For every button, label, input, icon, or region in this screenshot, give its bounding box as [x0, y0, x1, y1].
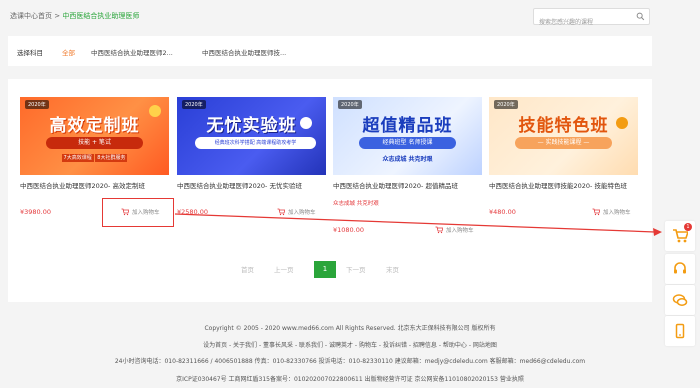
- product-banner[interactable]: 2020年 无忧实验班 经典班次科学搭配 高端课程助攻考学: [177, 97, 326, 175]
- sidebar-service-button[interactable]: [665, 254, 695, 284]
- product-card[interactable]: 2020年 无忧实验班 经典班次科学搭配 高端课程助攻考学 中西医结合执业助理医…: [177, 97, 326, 201]
- product-price: ¥480.00: [489, 208, 516, 216]
- product-banner[interactable]: 2020年 高效定制班 技能 + 笔试 7大高效课程 8大社群服务: [20, 97, 169, 175]
- product-banner[interactable]: 2020年 技能特色班 — 实践技能课程 —: [489, 97, 638, 175]
- filter-option-assistant-2020[interactable]: 中西医结合执业助理医师2...: [91, 47, 173, 57]
- year-tag: 2020年: [494, 100, 518, 109]
- subject-filter-bar: 选择科目 全部 中西医结合执业助理医师2... 中西医结合执业助理医师技...: [8, 36, 652, 66]
- banner-subtitle: 经典班型 名师授课: [359, 137, 456, 149]
- add-to-cart-button[interactable]: 加入购物车: [435, 226, 474, 234]
- add-to-cart-label: 加入购物车: [446, 228, 474, 234]
- banner-feature: 7大高效课程: [61, 154, 94, 162]
- add-to-cart-label: 加入购物车: [603, 210, 631, 216]
- banner-footer: 众志成城 共克时艰: [382, 156, 433, 163]
- seal-icon: [149, 105, 161, 117]
- add-to-cart-label: 加入购物车: [288, 210, 316, 216]
- chat-icon: [672, 294, 688, 306]
- product-price: ¥2580.00: [177, 208, 209, 216]
- product-price: ¥3980.00: [20, 208, 52, 216]
- pagination-next[interactable]: 下一页: [346, 264, 366, 274]
- cart-icon: [435, 226, 443, 234]
- cart-icon: [592, 208, 600, 216]
- phone-icon: [675, 323, 685, 339]
- seal-icon: [616, 117, 628, 129]
- product-banner[interactable]: 2020年 超值精品班 经典班型 名师授课 众志成城 共克时艰: [333, 97, 482, 175]
- breadcrumb-current: 中西医结合执业助理医师: [62, 12, 140, 20]
- product-card[interactable]: 2020年 高效定制班 技能 + 笔试 7大高效课程 8大社群服务 中西医结合执…: [20, 97, 169, 201]
- footer-links[interactable]: 设为首页 - 关于我们 - 董事长风采 - 联系我们 - 诚聘英才 - 购物车 …: [0, 340, 700, 349]
- banner-subtitle: 经典班次科学搭配 高端课程助攻考学: [195, 137, 316, 149]
- product-name[interactable]: 中西医结合执业助理医师2020- 超值精品班: [333, 181, 482, 201]
- filter-option-all[interactable]: 全部: [62, 47, 75, 57]
- pagination-prev[interactable]: 上一页: [274, 264, 294, 274]
- breadcrumb: 选课中心首页 > 中西医结合执业助理医师: [10, 11, 139, 21]
- footer-license: 京ICP证030467号 工商网红盾315备案号：010202007022800…: [176, 376, 524, 383]
- headset-icon: [674, 262, 686, 274]
- product-card[interactable]: 2020年 超值精品班 经典班型 名师授课 众志成城 共克时艰 中西医结合执业助…: [333, 97, 482, 201]
- sidebar-mobile-button[interactable]: [665, 316, 695, 346]
- filter-option-assistant-skills[interactable]: 中西医结合执业助理医师技...: [202, 47, 286, 57]
- promo-text: 众志成城 共克时艰: [333, 201, 379, 207]
- pagination-last[interactable]: 末页: [386, 264, 399, 274]
- pagination-first[interactable]: 首页: [241, 264, 254, 274]
- banner-title: 超值精品班: [362, 116, 453, 136]
- product-name[interactable]: 中西医结合执业助理医师技能2020- 技能特色班: [489, 181, 638, 201]
- add-to-cart-button[interactable]: 加入购物车: [592, 208, 631, 216]
- breadcrumb-home[interactable]: 选课中心首页: [10, 12, 52, 20]
- product-name[interactable]: 中西医结合执业助理医师2020- 无忧实验班: [177, 181, 326, 201]
- cart-icon: [277, 208, 285, 216]
- pagination-current-page[interactable]: 1: [314, 261, 336, 278]
- product-card[interactable]: 2020年 技能特色班 — 实践技能课程 — 中西医结合执业助理医师技能2020…: [489, 97, 638, 201]
- add-to-cart-button[interactable]: 加入购物车: [277, 208, 316, 216]
- search-box: [533, 8, 650, 30]
- sidebar-chat-button[interactable]: [665, 285, 695, 315]
- sidebar-cart-button[interactable]: 1: [665, 221, 695, 251]
- footer-contacts: 24小时咨询电话：010-82311666 / 4006501888 传真：01…: [114, 358, 586, 365]
- year-tag: 2020年: [182, 100, 206, 109]
- year-tag: 2020年: [25, 100, 49, 109]
- year-tag: 2020年: [338, 100, 362, 109]
- footer-copyright: Copyright © 2005 - 2020 www.med66.com Al…: [204, 325, 496, 332]
- seal-icon: [300, 117, 312, 129]
- search-icon[interactable]: [636, 12, 645, 21]
- highlight-box: [102, 198, 174, 227]
- search-input[interactable]: [534, 15, 632, 30]
- top-bar: 选课中心首页 > 中西医结合执业助理医师: [0, 0, 700, 34]
- banner-subtitle: 技能 + 笔试: [46, 137, 143, 149]
- product-price: ¥1080.00: [333, 226, 365, 234]
- banner-subtitle: — 实践技能课程 —: [515, 137, 612, 149]
- filter-label: 选择科目: [17, 49, 43, 57]
- banner-feature: 8大社群服务: [95, 154, 128, 162]
- banner-footer: 7大高效课程 8大社群服务: [20, 154, 169, 162]
- cart-count-badge: 1: [684, 223, 692, 231]
- breadcrumb-separator: >: [54, 12, 61, 20]
- banner-title: 高效定制班: [49, 116, 140, 136]
